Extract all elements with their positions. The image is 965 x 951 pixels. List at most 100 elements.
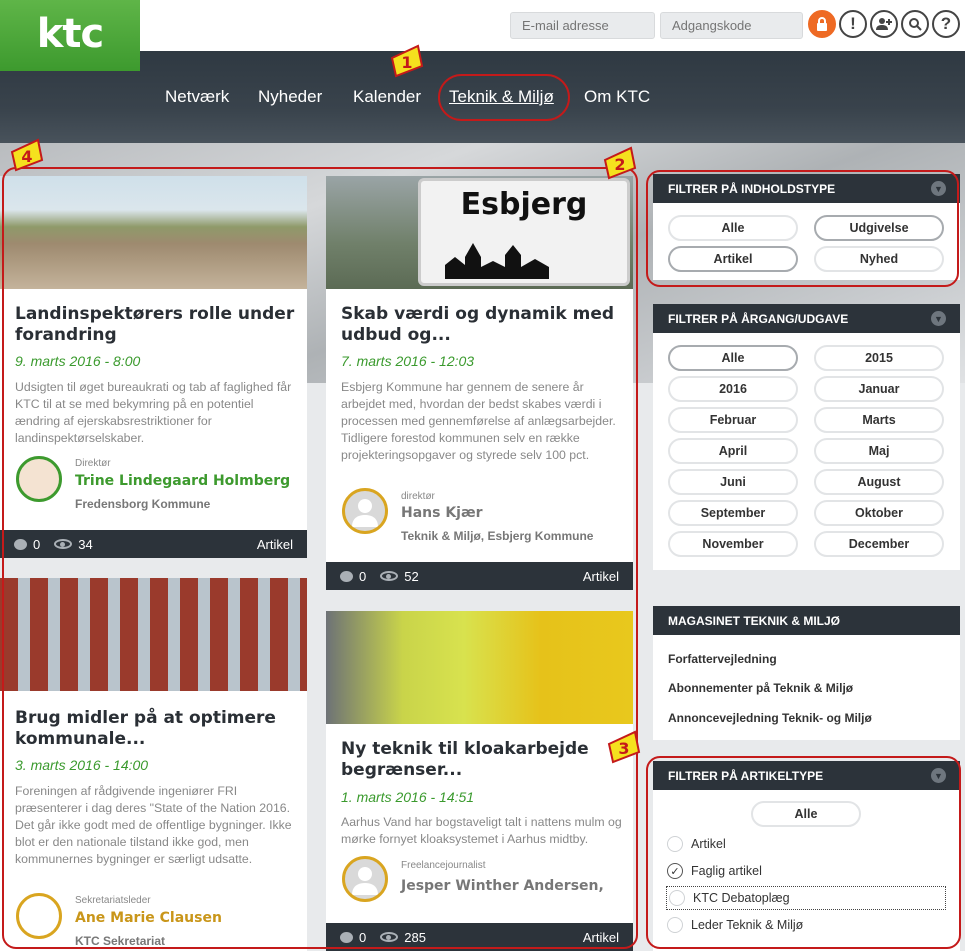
- filter-pill[interactable]: 2016: [668, 376, 798, 402]
- author-name[interactable]: Ane Marie Clausen: [75, 910, 222, 926]
- article-image: [0, 578, 307, 691]
- nav-item-netvaerk[interactable]: Netværk: [165, 87, 229, 107]
- password-input[interactable]: [660, 12, 803, 39]
- ktc-logo[interactable]: ktc: [0, 0, 140, 71]
- author-role: Direktør: [75, 458, 111, 469]
- article-date: 3. marts 2016 - 14:00: [15, 757, 149, 773]
- article-title[interactable]: Skab værdi og dynamik med udbud og...: [341, 304, 623, 346]
- panel-title: FILTRER PÅ INDHOLDSTYPE ▼: [653, 174, 960, 203]
- chevron-down-icon[interactable]: ▼: [931, 181, 946, 196]
- filter-pill[interactable]: Marts: [814, 407, 944, 433]
- article-card[interactable]: Ny teknik til kloakarbejde begrænser... …: [326, 611, 633, 951]
- filter-pill[interactable]: Februar: [668, 407, 798, 433]
- radio-option[interactable]: Leder Teknik & Miljø: [667, 917, 803, 933]
- author-org: Teknik & Miljø, Esbjerg Kommune: [401, 529, 594, 543]
- town-sign: Esbjerg: [418, 178, 630, 286]
- filter-pill[interactable]: Artikel: [668, 246, 798, 272]
- filter-pill[interactable]: 2015: [814, 345, 944, 371]
- help-icon[interactable]: ?: [932, 10, 960, 38]
- radio-option[interactable]: ✓ Faglig artikel: [667, 863, 762, 879]
- annotation-number: 4: [21, 147, 32, 166]
- filter-pill[interactable]: April: [668, 438, 798, 464]
- nav-item-teknik-miljo[interactable]: Teknik & Miljø: [449, 87, 554, 107]
- comment-count: 0: [359, 568, 367, 584]
- filter-pill[interactable]: November: [668, 531, 798, 557]
- nav-item-om-ktc[interactable]: Om KTC: [584, 87, 650, 107]
- radio-icon[interactable]: [669, 890, 685, 906]
- filter-pill[interactable]: September: [668, 500, 798, 526]
- article-excerpt: Udsigten til øget bureaukrati og tab af …: [15, 380, 292, 445]
- avatar: [342, 488, 388, 534]
- checkmark-icon[interactable]: ✓: [667, 863, 683, 879]
- article-date: 9. marts 2016 - 8:00: [15, 353, 141, 369]
- radio-icon[interactable]: [667, 917, 683, 933]
- article-footer: 0 34 Artikel: [0, 530, 307, 558]
- filter-pill[interactable]: Alle: [751, 801, 861, 827]
- filter-pill[interactable]: Nyhed: [814, 246, 944, 272]
- author-name[interactable]: Jesper Winther Andersen,: [401, 878, 604, 894]
- lock-icon[interactable]: [808, 10, 836, 38]
- author-name[interactable]: Trine Lindegaard Holmberg: [75, 473, 290, 489]
- comment-icon: [14, 538, 27, 550]
- search-icon[interactable]: [901, 10, 929, 38]
- author-org: KTC Sekretariat: [75, 934, 166, 948]
- panel-title: MAGASINET TEKNIK & MILJØ: [653, 606, 960, 635]
- annotation-number: 3: [618, 739, 629, 758]
- radio-icon[interactable]: [667, 836, 683, 852]
- author-role: Freelancejournalist: [401, 860, 486, 871]
- author-role: Sekretariatsleder: [75, 895, 151, 906]
- magazine-panel: MAGASINET TEKNIK & MILJØ Forfattervejled…: [653, 606, 960, 740]
- article-type: Artikel: [582, 568, 619, 584]
- article-image: [0, 176, 307, 289]
- article-excerpt: Foreningen af rådgivende ingeniører FRI …: [15, 784, 292, 866]
- article-title[interactable]: Ny teknik til kloakarbejde begrænser...: [341, 739, 623, 781]
- annotation-marker-icon: 4: [10, 138, 44, 172]
- filter-pill[interactable]: Oktober: [814, 500, 944, 526]
- chevron-down-icon[interactable]: ▼: [931, 768, 946, 783]
- add-user-icon[interactable]: [870, 10, 898, 38]
- article-title[interactable]: Brug midler på at optimere kommunale...: [15, 708, 297, 750]
- magazine-link[interactable]: Annoncevejledning Teknik- og Miljø: [668, 711, 872, 725]
- magazine-link[interactable]: Forfattervejledning: [668, 652, 777, 666]
- nav-item-kalender[interactable]: Kalender: [353, 87, 421, 107]
- filter-pill[interactable]: August: [814, 469, 944, 495]
- annotation-marker-icon: 2: [603, 146, 637, 180]
- article-excerpt: Aarhus Vand har bogstaveligt talt i natt…: [341, 815, 622, 846]
- filter-pill[interactable]: Alle: [668, 215, 798, 241]
- panel-title: FILTRER PÅ ÅRGANG/UDGAVE ▼: [653, 304, 960, 333]
- comment-count: 0: [33, 536, 41, 552]
- filter-pill[interactable]: Januar: [814, 376, 944, 402]
- article-card[interactable]: Brug midler på at optimere kommunale... …: [0, 578, 307, 951]
- filter-pill[interactable]: Udgivelse: [814, 215, 944, 241]
- annotation-marker-icon: 3: [607, 730, 641, 764]
- filter-pill[interactable]: Maj: [814, 438, 944, 464]
- article-card[interactable]: Landinspektørers rolle under forandring …: [0, 176, 307, 558]
- article-type: Artikel: [256, 536, 293, 552]
- article-card[interactable]: Esbjerg Skab værdi og dynamik med udbud …: [326, 176, 633, 590]
- article-title[interactable]: Landinspektørers rolle under forandring: [15, 304, 297, 346]
- eye-icon: [54, 539, 73, 549]
- author-role: direktør: [401, 491, 435, 502]
- magazine-link[interactable]: Abonnementer på Teknik & Miljø: [668, 681, 853, 695]
- filter-pill[interactable]: December: [814, 531, 944, 557]
- avatar: [16, 456, 62, 502]
- alert-icon[interactable]: !: [839, 10, 867, 38]
- nav-item-nyheder[interactable]: Nyheder: [258, 87, 322, 107]
- email-input[interactable]: [510, 12, 655, 39]
- author-name[interactable]: Hans Kjær: [401, 505, 483, 521]
- view-count: 52: [404, 568, 419, 584]
- filter-pill[interactable]: Alle: [668, 345, 798, 371]
- chevron-down-icon[interactable]: ▼: [931, 311, 946, 326]
- radio-option[interactable]: Artikel: [667, 836, 726, 852]
- author-org: Fredensborg Kommune: [75, 497, 211, 511]
- radio-option[interactable]: KTC Debatoplæg: [666, 886, 946, 910]
- article-footer: 0 285 Artikel: [326, 923, 633, 951]
- comment-icon: [340, 931, 353, 943]
- filter-pill[interactable]: Juni: [668, 469, 798, 495]
- article-type-filter: FILTRER PÅ ARTIKELTYPE ▼ Alle Artikel ✓ Fa…: [653, 761, 960, 951]
- eye-icon: [380, 571, 399, 581]
- view-count: 34: [78, 536, 93, 552]
- annotation-number: 2: [614, 155, 625, 174]
- article-image: [326, 611, 633, 724]
- article-footer: 0 52 Artikel: [326, 562, 633, 590]
